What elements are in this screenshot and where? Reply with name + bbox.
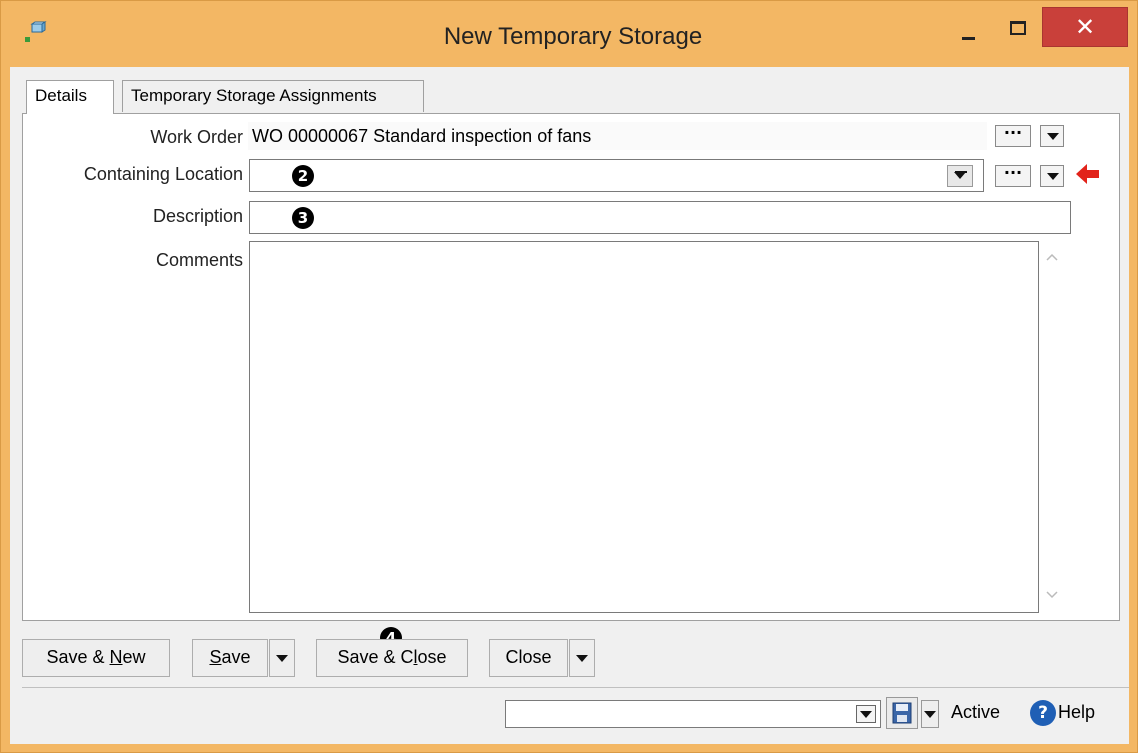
status-text: Active [951, 702, 1001, 722]
work-order-value: WO 00000067 Standard inspection of fans [248, 122, 987, 150]
save-button[interactable]: Save [192, 639, 268, 677]
save-dropdown-button[interactable] [269, 639, 295, 677]
comments-textarea[interactable] [249, 241, 1039, 613]
save-suffix: ave [221, 647, 251, 667]
description-field[interactable]: 3 [249, 201, 1071, 234]
floppy-disk-icon [892, 702, 912, 724]
callout-marker-3: 3 [292, 207, 314, 229]
close-icon: ✕ [1074, 13, 1096, 41]
tab-temporary-storage-assignments[interactable]: Temporary Storage Assignments [122, 80, 424, 112]
close-button[interactable]: Close [489, 639, 568, 677]
comments-label: Comments [155, 250, 243, 270]
containing-location-field[interactable]: 2 [249, 159, 984, 192]
save-new-prefix: Save & [46, 647, 110, 667]
details-panel: Work Order WO 00000067 Standard inspecti… [22, 113, 1120, 621]
save-layout-dropdown-button[interactable] [921, 700, 939, 728]
work-order-dropdown-button[interactable] [1040, 125, 1064, 147]
help-link[interactable]: Help [1058, 702, 1095, 723]
help-circle-icon[interactable]: ? [1030, 700, 1056, 726]
status-bar: Active ? Help [22, 687, 1129, 739]
close-window-button[interactable]: ✕ [1042, 7, 1128, 47]
red-arrow-left-icon [1076, 164, 1099, 184]
work-order-browse-button[interactable]: ··· [995, 125, 1031, 147]
title-bar[interactable]: New Temporary Storage ✕ [1, 1, 1137, 67]
callout-marker-2: 2 [292, 165, 314, 187]
description-label: Description [152, 206, 243, 226]
tab-details[interactable]: Details [26, 80, 114, 114]
view-select-dropdown-button[interactable] [856, 705, 876, 723]
minimize-button[interactable] [948, 13, 988, 47]
save-close-prefix: Save & C [337, 647, 414, 667]
window: New Temporary Storage ✕ Details Temporar… [0, 0, 1138, 753]
dialog-body: Details Temporary Storage Assignments Wo… [10, 67, 1129, 744]
save-close-suffix: ose [417, 647, 447, 667]
maximize-button[interactable] [997, 13, 1037, 47]
work-order-label: Work Order [150, 127, 243, 147]
scroll-down-icon[interactable] [1045, 588, 1059, 602]
save-new-mnemonic: N [109, 647, 123, 667]
containing-location-label: Containing Location [83, 164, 243, 184]
save-mnemonic: S [209, 647, 222, 667]
containing-location-browse-button[interactable]: ··· [995, 165, 1031, 187]
scroll-up-icon[interactable] [1045, 250, 1059, 264]
save-layout-button[interactable] [886, 697, 918, 729]
save-and-close-button[interactable]: Save & Close [316, 639, 468, 677]
view-select[interactable] [505, 700, 881, 728]
close-dropdown-button[interactable] [569, 639, 595, 677]
containing-location-picker-button[interactable] [947, 165, 973, 187]
save-new-suffix: ew [122, 647, 146, 667]
save-and-new-button[interactable]: Save & New [22, 639, 170, 677]
containing-location-dropdown-button[interactable] [1040, 165, 1064, 187]
